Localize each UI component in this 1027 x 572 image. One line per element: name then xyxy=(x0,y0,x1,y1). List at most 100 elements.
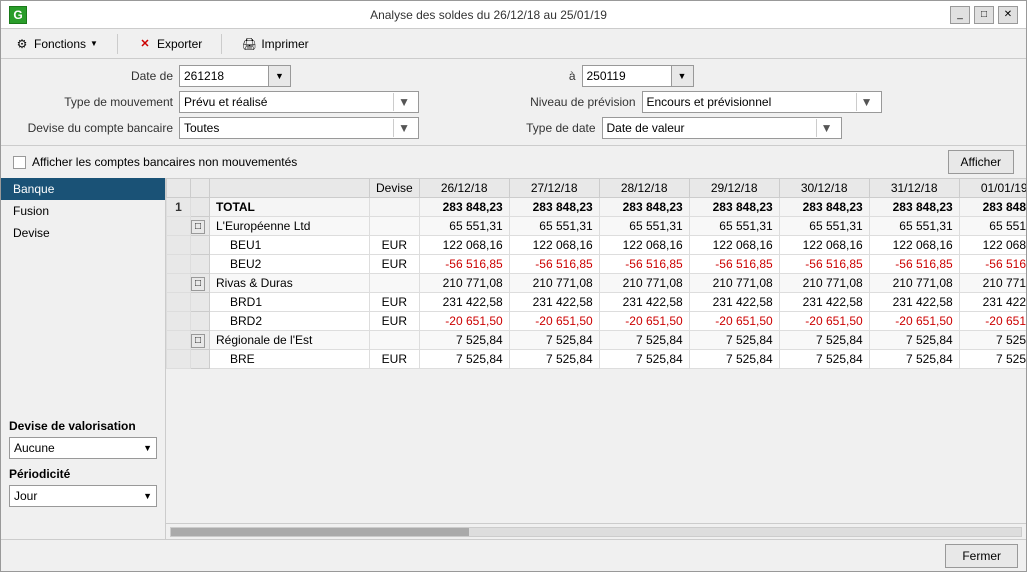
row-devise: EUR xyxy=(370,236,420,255)
checkbox-icon[interactable] xyxy=(13,156,26,169)
row-value: 7 525,84 xyxy=(779,331,869,350)
sidebar-item-banque[interactable]: Banque xyxy=(1,178,165,200)
table-row[interactable]: 1TOTAL283 848,23283 848,23283 848,23283 … xyxy=(167,198,1027,217)
row-name: BRD2 xyxy=(210,312,370,331)
minimize-button[interactable]: _ xyxy=(950,6,970,24)
row-value: -20 651,50 xyxy=(509,312,599,331)
row-expand xyxy=(191,312,210,331)
table-row[interactable]: BRD1EUR231 422,58231 422,58231 422,58231… xyxy=(167,293,1027,312)
sidebar: Banque Fusion Devise Devise de valorisat… xyxy=(1,178,166,539)
maximize-button[interactable]: □ xyxy=(974,6,994,24)
fonctions-button[interactable]: ⚙ Fonctions ▼ xyxy=(9,33,103,55)
afficher-button[interactable]: Afficher xyxy=(948,150,1014,174)
sidebar-item-devise[interactable]: Devise xyxy=(1,222,165,244)
table-row[interactable]: BEU1EUR122 068,16122 068,16122 068,16122… xyxy=(167,236,1027,255)
row-value: 210 771,08 xyxy=(779,274,869,293)
periodicite-arrow-icon: ▼ xyxy=(143,491,152,501)
periodicite-section: Périodicité xyxy=(1,461,165,483)
date-a-label: à xyxy=(516,69,576,83)
niveau-prev-combo[interactable]: Encours et prévisionnel ▼ xyxy=(642,91,882,113)
row-value: 122 068,16 xyxy=(509,236,599,255)
row-value: 283 848,23 xyxy=(689,198,779,217)
close-button[interactable]: ✕ xyxy=(998,6,1018,24)
date-de-picker[interactable]: ▼ xyxy=(269,65,291,87)
row-devise: EUR xyxy=(370,255,420,274)
type-mvt-combo[interactable]: Prévu et réalisé ▼ xyxy=(179,91,419,113)
col-num xyxy=(167,179,191,198)
table-container[interactable]: Devise 26/12/18 27/12/18 28/12/18 29/12/… xyxy=(166,178,1026,523)
devise-val-combo[interactable]: Aucune ▼ xyxy=(9,437,157,459)
row-value: -56 516,85 xyxy=(599,255,689,274)
col-date-5: 31/12/18 xyxy=(869,179,959,198)
col-devise: Devise xyxy=(370,179,420,198)
row-value: 7 525,84 xyxy=(869,331,959,350)
row-expand[interactable]: □ xyxy=(191,217,210,236)
window-title: Analyse des soldes du 26/12/18 au 25/01/… xyxy=(27,8,950,22)
non-mouvementes-label: Afficher les comptes bancaires non mouve… xyxy=(32,155,297,169)
row-devise xyxy=(370,331,420,350)
expand-icon[interactable]: □ xyxy=(191,220,205,234)
row-value: 283 848,23 xyxy=(779,198,869,217)
main-content: Banque Fusion Devise Devise de valorisat… xyxy=(1,178,1026,539)
type-mvt-label: Type de mouvement xyxy=(13,95,173,109)
sidebar-item-fusion[interactable]: Fusion xyxy=(1,200,165,222)
niveau-prev-row: Niveau de prévision Encours et prévision… xyxy=(516,91,1015,113)
expand-icon[interactable]: □ xyxy=(191,277,205,291)
row-value: 122 068,16 xyxy=(779,236,869,255)
row-value: 65 551,31 xyxy=(599,217,689,236)
table-row[interactable]: BREEUR7 525,847 525,847 525,847 525,847 … xyxy=(167,350,1027,369)
row-value: 122 068,16 xyxy=(869,236,959,255)
row-value: 7 525,84 xyxy=(959,331,1026,350)
devise-combo[interactable]: Toutes ▼ xyxy=(179,117,419,139)
row-value: 7 525,84 xyxy=(689,350,779,369)
type-date-arrow-icon: ▼ xyxy=(816,119,837,137)
row-value: -56 516,85 xyxy=(689,255,779,274)
imprimer-button[interactable]: 🖨 Imprimer xyxy=(236,33,313,55)
row-name: BRD1 xyxy=(210,293,370,312)
row-num xyxy=(167,236,191,255)
row-value: 7 525,84 xyxy=(779,350,869,369)
table-row[interactable]: BEU2EUR-56 516,85-56 516,85-56 516,85-56… xyxy=(167,255,1027,274)
col-date-3: 29/12/18 xyxy=(689,179,779,198)
table-row[interactable]: □Rivas & Duras210 771,08210 771,08210 77… xyxy=(167,274,1027,293)
niveau-prev-arrow-icon: ▼ xyxy=(856,93,877,111)
row-expand xyxy=(191,255,210,274)
table-row[interactable]: BRD2EUR-20 651,50-20 651,50-20 651,50-20… xyxy=(167,312,1027,331)
table-row[interactable]: □Régionale de l'Est7 525,847 525,847 525… xyxy=(167,331,1027,350)
row-devise: EUR xyxy=(370,312,420,331)
periodicite-combo[interactable]: Jour ▼ xyxy=(9,485,157,507)
scrollbar-thumb[interactable] xyxy=(171,528,469,536)
row-value: 283 848,23 xyxy=(509,198,599,217)
row-value: 210 771,08 xyxy=(419,274,509,293)
type-date-combo[interactable]: Date de valeur ▼ xyxy=(602,117,842,139)
date-a-field[interactable]: 250119 xyxy=(582,65,672,87)
row-expand[interactable]: □ xyxy=(191,331,210,350)
non-mouvementes-check[interactable]: Afficher les comptes bancaires non mouve… xyxy=(13,155,297,169)
row-expand[interactable]: □ xyxy=(191,274,210,293)
col-name xyxy=(210,179,370,198)
row-value: 7 525,84 xyxy=(599,350,689,369)
row-devise xyxy=(370,217,420,236)
row-value: 283 848,23 xyxy=(959,198,1026,217)
gear-icon: ⚙ xyxy=(14,36,30,52)
row-name: BEU1 xyxy=(210,236,370,255)
expand-icon[interactable]: □ xyxy=(191,334,205,348)
date-de-field[interactable]: 261218 xyxy=(179,65,269,87)
scrollbar-track[interactable] xyxy=(170,527,1022,537)
window-controls: _ □ ✕ xyxy=(950,6,1018,24)
row-value: 283 848,23 xyxy=(869,198,959,217)
check-row: Afficher les comptes bancaires non mouve… xyxy=(1,146,1026,178)
row-value: 7 525,84 xyxy=(509,350,599,369)
row-value: 7 525,84 xyxy=(419,350,509,369)
table-row[interactable]: □L'Européenne Ltd65 551,3165 551,3165 55… xyxy=(167,217,1027,236)
row-num xyxy=(167,312,191,331)
export-icon: ✕ xyxy=(137,36,153,52)
horizontal-scrollbar[interactable] xyxy=(166,523,1026,539)
row-value: -56 516,85 xyxy=(869,255,959,274)
exporter-button[interactable]: ✕ Exporter xyxy=(132,33,207,55)
devise-row: Devise du compte bancaire Toutes ▼ xyxy=(13,117,512,139)
date-a-picker[interactable]: ▼ xyxy=(672,65,694,87)
niveau-prev-label: Niveau de prévision xyxy=(516,95,636,109)
fermer-button[interactable]: Fermer xyxy=(945,544,1018,568)
row-value: 65 551,31 xyxy=(959,217,1026,236)
